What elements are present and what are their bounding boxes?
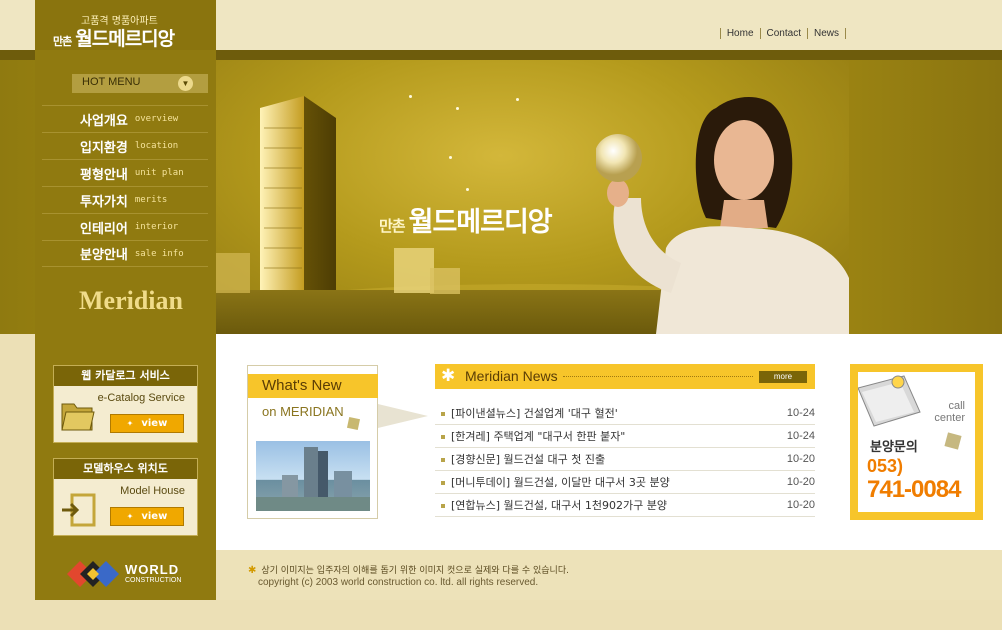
hot-menu-header[interactable]: HOT MENU ▼ xyxy=(72,74,208,93)
news-item[interactable]: [연합뉴스] 월드건설, 대구서 1천902가구 분양 10-20 xyxy=(435,494,815,517)
meridian-brand-logo: Meridian xyxy=(79,286,183,315)
e-catalog-view-button[interactable]: view xyxy=(110,414,184,433)
top-nav: Home Contact News xyxy=(714,28,852,39)
news-item-title: [한겨레] 주택업계 "대구서 한판 붙자" xyxy=(451,430,626,443)
nav-news-link[interactable]: News xyxy=(814,28,839,39)
news-list: [파이낸셜뉴스] 건설업계 '대구 혈전' 10-24 [한겨레] 주택업계 "대… xyxy=(435,402,815,517)
folder-pin-icon xyxy=(858,375,921,427)
footer: 상기 이미지는 입주자의 이해를 돕기 위한 이미지 컷으로 실제와 다를 수 … xyxy=(216,550,1002,600)
menu-item-label: 사업개요 xyxy=(80,113,128,129)
site-logo[interactable]: 고품격 명품아파트 만촌 월드메르디앙 xyxy=(35,0,216,50)
whats-new-title: What's New xyxy=(248,374,378,398)
menu-item-sublabel: interior xyxy=(134,222,179,232)
enter-arrow-icon xyxy=(62,493,96,527)
call-label-line1: call xyxy=(948,400,965,412)
phone-area-code: 053) xyxy=(867,456,904,476)
company-sub: CONSTRUCTION xyxy=(125,576,182,584)
chevron-down-icon[interactable]: ▼ xyxy=(178,76,193,91)
logo-title: 만촌 월드메르디앙 xyxy=(53,24,175,51)
menu-item-sublabel: sale info xyxy=(134,248,184,259)
hot-menu-list: 사업개요 overview 입지환경 location 평형안내 unit plan … xyxy=(42,105,208,267)
menu-item-label: 투자가치 xyxy=(80,194,128,210)
e-catalog-sub: e-Catalog Service xyxy=(97,392,185,404)
menu-item-label: 인테리어 xyxy=(80,221,128,237)
menu-item-merits[interactable]: 투자가치 merits xyxy=(42,186,208,213)
model-house-box: 모델하우스 위치도 Model House view xyxy=(53,458,198,536)
menu-item-unit-plan[interactable]: 평형안내 unit plan xyxy=(42,159,208,186)
menu-item-sublabel: overview xyxy=(134,114,179,124)
news-item-date: 10-20 xyxy=(786,453,815,465)
model-house-sub: Model House xyxy=(120,485,185,497)
model-house-view-button[interactable]: view xyxy=(110,507,184,526)
news-dots xyxy=(563,376,753,377)
news-item-date: 10-20 xyxy=(786,499,815,511)
menu-item-sublabel: merits xyxy=(134,195,168,205)
company-word: WORLD xyxy=(125,561,180,577)
news-item[interactable]: [경향신문] 월드건설 대구 첫 진출 10-20 xyxy=(435,448,815,471)
menu-item-overview[interactable]: 사업개요 overview xyxy=(42,105,208,132)
asterisk-icon: ✱ xyxy=(441,366,456,386)
news-item-date: 10-24 xyxy=(786,407,815,419)
tower-image xyxy=(256,447,370,511)
news-title: Meridian News xyxy=(465,368,558,384)
e-catalog-title: 웹 카달로그 서비스 xyxy=(54,366,197,386)
news-item-date: 10-20 xyxy=(786,476,815,488)
menu-item-interior[interactable]: 인테리어 interior xyxy=(42,213,208,240)
footer-copyright: copyright (c) 2003 world construction co… xyxy=(258,577,539,588)
whats-new-box[interactable]: What's New on MERIDIAN xyxy=(247,365,378,519)
call-title: 분양문의 xyxy=(870,440,918,455)
nav-contact-link[interactable]: Contact xyxy=(767,28,801,39)
call-center-label: call center xyxy=(934,400,965,424)
menu-item-label: 입지환경 xyxy=(80,140,128,156)
hero-title-name: 월드메르디앙 xyxy=(408,207,553,238)
folder-icon xyxy=(61,403,95,431)
call-label-line2: center xyxy=(934,412,965,424)
decorative-square xyxy=(944,432,962,450)
footer-disclaimer: 상기 이미지는 입주자의 이해를 돕기 위한 이미지 컷으로 실제와 다를 수 … xyxy=(248,563,569,576)
hero-title-prefix: 만촌 xyxy=(379,217,406,235)
news-item[interactable]: [머니투데이] 월드건설, 이달만 대구서 3곳 분양 10-20 xyxy=(435,471,815,494)
hot-menu-label: HOT MENU xyxy=(82,76,141,88)
world-mark-icon xyxy=(67,561,119,587)
call-center-box: call center 분양문의 053) 741-0084 xyxy=(850,364,983,520)
news-item-title: [파이낸셜뉴스] 건설업계 '대구 혈전' xyxy=(451,407,618,420)
logo-prefix: 만촌 xyxy=(53,35,72,48)
world-construction-logo[interactable]: WORLD CONSTRUCTION xyxy=(67,557,181,591)
building-photo[interactable] xyxy=(256,441,370,511)
news-panel: ✱ Meridian News more [파이낸셜뉴스] 건설업계 '대구 혈… xyxy=(435,364,815,517)
phone-number: 741-0084 xyxy=(867,476,961,503)
whats-new-pointer xyxy=(378,404,428,428)
hero-title: 만촌 월드메르디앙 xyxy=(379,200,553,239)
news-header: ✱ Meridian News more xyxy=(435,364,815,389)
decorative-square xyxy=(346,416,361,431)
news-item-title: [경향신문] 월드건설 대구 첫 진출 xyxy=(451,453,606,466)
menu-item-location[interactable]: 입지환경 location xyxy=(42,132,208,159)
news-item[interactable]: [한겨레] 주택업계 "대구서 한판 붙자" 10-24 xyxy=(435,425,815,448)
news-item[interactable]: [파이낸셜뉴스] 건설업계 '대구 혈전' 10-24 xyxy=(435,402,815,425)
news-item-date: 10-24 xyxy=(786,430,815,442)
menu-item-sublabel: location xyxy=(134,141,179,151)
building-illustration xyxy=(216,96,460,294)
bottom-strip xyxy=(0,600,1002,630)
news-item-title: [연합뉴스] 월드건설, 대구서 1천902가구 분양 xyxy=(451,499,667,512)
menu-item-label: 분양안내 xyxy=(80,248,128,263)
model-house-title: 모델하우스 위치도 xyxy=(54,459,197,479)
whats-new-sub: on MERIDIAN xyxy=(262,404,344,419)
e-catalog-box: 웹 카달로그 서비스 e-Catalog Service view xyxy=(53,365,198,443)
menu-item-label: 평형안내 xyxy=(80,167,128,183)
more-button[interactable]: more xyxy=(759,371,807,383)
left-sidebar: 고품격 명품아파트 만촌 월드메르디앙 HOT MENU ▼ 사업개요 overvi… xyxy=(35,0,216,600)
news-item-title: [머니투데이] 월드건설, 이달만 대구서 3곳 분양 xyxy=(451,476,670,489)
logo-name: 월드메르디앙 xyxy=(75,28,175,50)
nav-home-link[interactable]: Home xyxy=(727,28,754,39)
model-woman-illustration xyxy=(596,96,849,334)
menu-item-sublabel: unit plan xyxy=(134,168,184,178)
hero-banner: 만촌 월드메르디앙 xyxy=(216,60,849,334)
menu-item-sale-info[interactable]: 분양안내 sale info xyxy=(42,240,208,267)
call-center-inner: call center 분양문의 053) 741-0084 xyxy=(858,372,975,512)
